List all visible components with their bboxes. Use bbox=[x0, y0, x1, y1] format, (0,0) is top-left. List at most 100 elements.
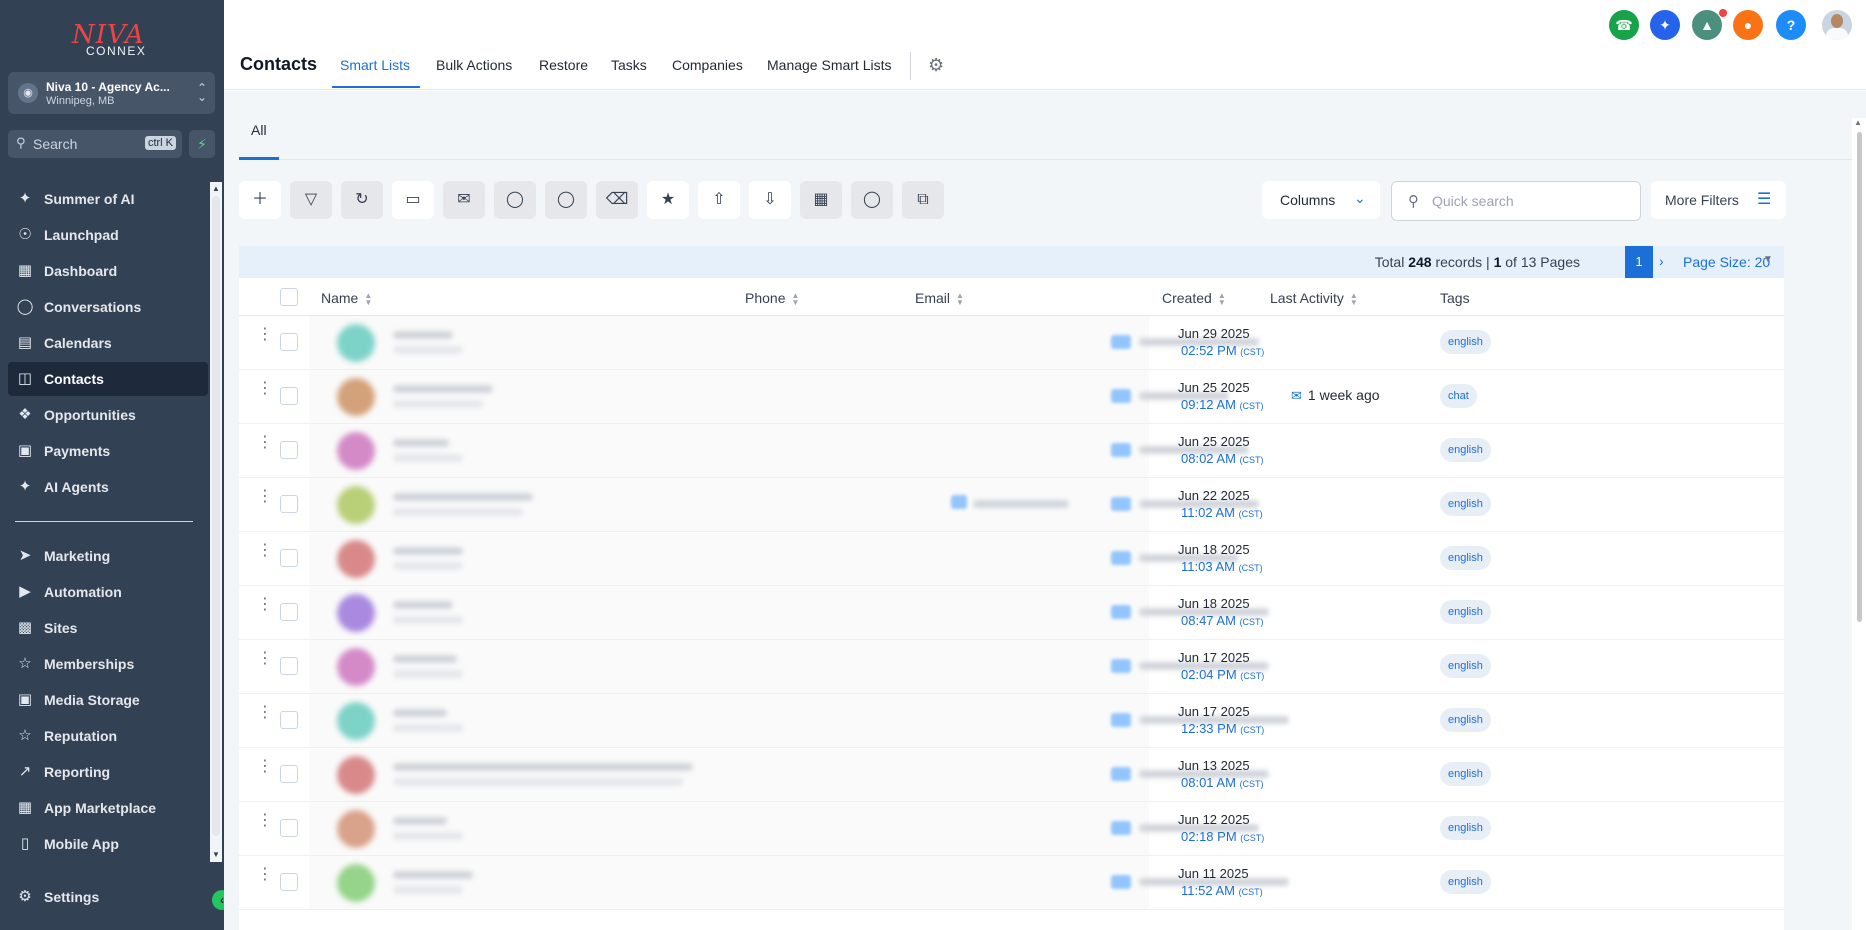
contact-name-redacted[interactable] bbox=[393, 709, 447, 717]
row-menu-icon[interactable]: ⋮ bbox=[257, 543, 273, 559]
scrollbar-thumb[interactable] bbox=[1857, 132, 1862, 622]
column-header-email[interactable]: Email ▲ ▼ bbox=[915, 290, 964, 307]
sidebar-item-summer-of-ai[interactable]: ✦ Summer of AI bbox=[8, 182, 208, 216]
sidebar-item-dashboard[interactable]: ▦ Dashboard bbox=[8, 254, 208, 288]
contact-name-redacted[interactable] bbox=[393, 601, 453, 609]
announcements-button[interactable]: ▲ bbox=[1692, 10, 1722, 40]
table-row[interactable]: ⋮ Jun 29 2025 02:52 PM (CST) english bbox=[239, 316, 1784, 370]
tag-badge[interactable]: english bbox=[1440, 438, 1491, 462]
sidebar-item-ai-agents[interactable]: ✦ AI Agents bbox=[8, 470, 208, 504]
send-sms-button[interactable]: ▭ bbox=[392, 181, 434, 219]
table-row[interactable]: ⋮ Jun 22 2025 11:02 AM (CST) english bbox=[239, 478, 1784, 532]
ai-assist-button[interactable]: ✦ bbox=[1650, 10, 1680, 40]
sidebar-item-opportunities[interactable]: ❖ Opportunities bbox=[8, 398, 208, 432]
table-row[interactable]: ⋮ Jun 17 2025 12:33 PM (CST) english bbox=[239, 694, 1784, 748]
row-checkbox[interactable] bbox=[280, 657, 298, 675]
column-header-name[interactable]: Name ▲ ▼ bbox=[321, 290, 372, 307]
page-size-selector[interactable]: Page Size: 20 bbox=[1683, 254, 1770, 270]
page-scrollbar[interactable]: ▲ bbox=[1852, 118, 1866, 930]
sidebar-item-marketing[interactable]: ➤ Marketing bbox=[8, 539, 208, 573]
scrollbar-thumb[interactable] bbox=[212, 196, 220, 836]
column-header-last-activity[interactable]: Last Activity ▲ ▼ bbox=[1270, 290, 1358, 307]
tag-badge[interactable]: english bbox=[1440, 654, 1491, 678]
scroll-down-arrow[interactable]: ▼ bbox=[210, 850, 222, 859]
scroll-up-arrow[interactable]: ▲ bbox=[1854, 118, 1862, 127]
sidebar-item-automation[interactable]: ▶ Automation bbox=[8, 575, 208, 609]
row-menu-icon[interactable]: ⋮ bbox=[257, 813, 273, 829]
contact-avatar[interactable] bbox=[337, 432, 375, 470]
tag-badge[interactable]: english bbox=[1440, 492, 1491, 516]
sidebar-item-launchpad[interactable]: ☉ Launchpad bbox=[8, 218, 208, 252]
tag-badge[interactable]: english bbox=[1440, 330, 1491, 354]
tab-smart-lists[interactable]: Smart Lists bbox=[340, 57, 410, 73]
row-menu-icon[interactable]: ⋮ bbox=[257, 759, 273, 775]
table-row[interactable]: ⋮ Jun 25 2025 08:02 AM (CST) english bbox=[239, 424, 1784, 478]
help-button[interactable]: ? bbox=[1776, 10, 1806, 40]
row-checkbox[interactable] bbox=[280, 387, 298, 405]
phone-button[interactable]: ☎ bbox=[1609, 10, 1639, 40]
notifications-button[interactable]: ● bbox=[1733, 10, 1763, 40]
sidebar-search[interactable]: ⚲ Search ctrl K bbox=[8, 130, 182, 158]
sidebar-item-settings[interactable]: ⚙ Settings bbox=[8, 880, 208, 914]
row-menu-icon[interactable]: ⋮ bbox=[257, 867, 273, 883]
table-row[interactable]: ⋮ Jun 13 2025 08:01 AM (CST) english bbox=[239, 748, 1784, 802]
tab-companies[interactable]: Companies bbox=[672, 57, 743, 73]
column-header-created[interactable]: Created ▲ ▼ bbox=[1162, 290, 1226, 307]
phone-redacted[interactable] bbox=[973, 500, 1069, 508]
row-checkbox[interactable] bbox=[280, 495, 298, 513]
sidebar-item-calendars[interactable]: ▤ Calendars bbox=[8, 326, 208, 360]
row-menu-icon[interactable]: ⋮ bbox=[257, 327, 273, 343]
columns-dropdown[interactable]: Columns ⌄ bbox=[1262, 181, 1380, 219]
user-avatar[interactable] bbox=[1822, 10, 1852, 40]
contact-avatar[interactable] bbox=[337, 540, 375, 578]
scroll-up-arrow[interactable]: ▲ bbox=[210, 184, 222, 193]
sidebar-item-sites[interactable]: ▩ Sites bbox=[8, 611, 208, 645]
row-checkbox[interactable] bbox=[280, 603, 298, 621]
gear-icon[interactable]: ⚙ bbox=[928, 55, 944, 76]
select-all-checkbox[interactable] bbox=[280, 288, 298, 306]
merge-button[interactable]: ⧉ bbox=[902, 181, 944, 219]
contact-avatar[interactable] bbox=[337, 810, 375, 848]
add-to-workflow-button[interactable]: ↻ bbox=[341, 181, 383, 219]
sidebar-item-contacts[interactable]: ◫ Contacts bbox=[8, 362, 208, 396]
add-contact-button[interactable]: ＋ bbox=[239, 181, 281, 219]
contact-name-redacted[interactable] bbox=[393, 385, 493, 393]
tag-badge[interactable]: english bbox=[1440, 708, 1491, 732]
row-menu-icon[interactable]: ⋮ bbox=[257, 489, 273, 505]
row-menu-icon[interactable]: ⋮ bbox=[257, 381, 273, 397]
whatsapp-button[interactable]: ◯ bbox=[851, 181, 893, 219]
quick-search-input[interactable] bbox=[1432, 190, 1632, 212]
row-menu-icon[interactable]: ⋮ bbox=[257, 435, 273, 451]
tag-badge[interactable]: english bbox=[1440, 762, 1491, 786]
quick-search[interactable]: ⚲ bbox=[1391, 181, 1641, 221]
row-checkbox[interactable] bbox=[280, 549, 298, 567]
tab-manage-smart-lists[interactable]: Manage Smart Lists bbox=[767, 57, 892, 73]
row-checkbox[interactable] bbox=[280, 333, 298, 351]
row-checkbox[interactable] bbox=[280, 873, 298, 891]
quick-actions-button[interactable]: ⚡ bbox=[189, 130, 215, 158]
tag-badge[interactable]: english bbox=[1440, 600, 1491, 624]
tag-badge[interactable]: english bbox=[1440, 816, 1491, 840]
tag-badge[interactable]: english bbox=[1440, 546, 1491, 570]
contact-name-redacted[interactable] bbox=[393, 871, 473, 879]
row-menu-icon[interactable]: ⋮ bbox=[257, 705, 273, 721]
export-button[interactable]: ⇧ bbox=[698, 181, 740, 219]
row-checkbox[interactable] bbox=[280, 711, 298, 729]
table-row[interactable]: ⋮ Jun 17 2025 02:04 PM (CST) english bbox=[239, 640, 1784, 694]
filter-button[interactable]: ▽ bbox=[290, 181, 332, 219]
row-checkbox[interactable] bbox=[280, 441, 298, 459]
contact-name-redacted[interactable] bbox=[393, 331, 453, 339]
tag-badge[interactable]: english bbox=[1440, 870, 1491, 894]
contact-name-redacted[interactable] bbox=[393, 655, 457, 663]
contact-name-redacted[interactable] bbox=[393, 439, 449, 447]
remove-tag-button[interactable]: ◯ bbox=[545, 181, 587, 219]
sidebar-item-payments[interactable]: ▣ Payments bbox=[8, 434, 208, 468]
sidebar-item-reputation[interactable]: ☆ Reputation bbox=[8, 719, 208, 753]
table-row[interactable]: ⋮ Jun 12 2025 02:18 PM (CST) english bbox=[239, 802, 1784, 856]
favorite-button[interactable]: ★ bbox=[647, 181, 689, 219]
page-button[interactable]: 1 bbox=[1625, 246, 1653, 278]
contact-avatar[interactable] bbox=[337, 486, 375, 524]
contact-avatar[interactable] bbox=[337, 378, 375, 416]
chevron-right-icon[interactable]: › bbox=[1659, 253, 1664, 269]
sidebar-scrollbar[interactable]: ▲ ▼ bbox=[210, 182, 222, 862]
